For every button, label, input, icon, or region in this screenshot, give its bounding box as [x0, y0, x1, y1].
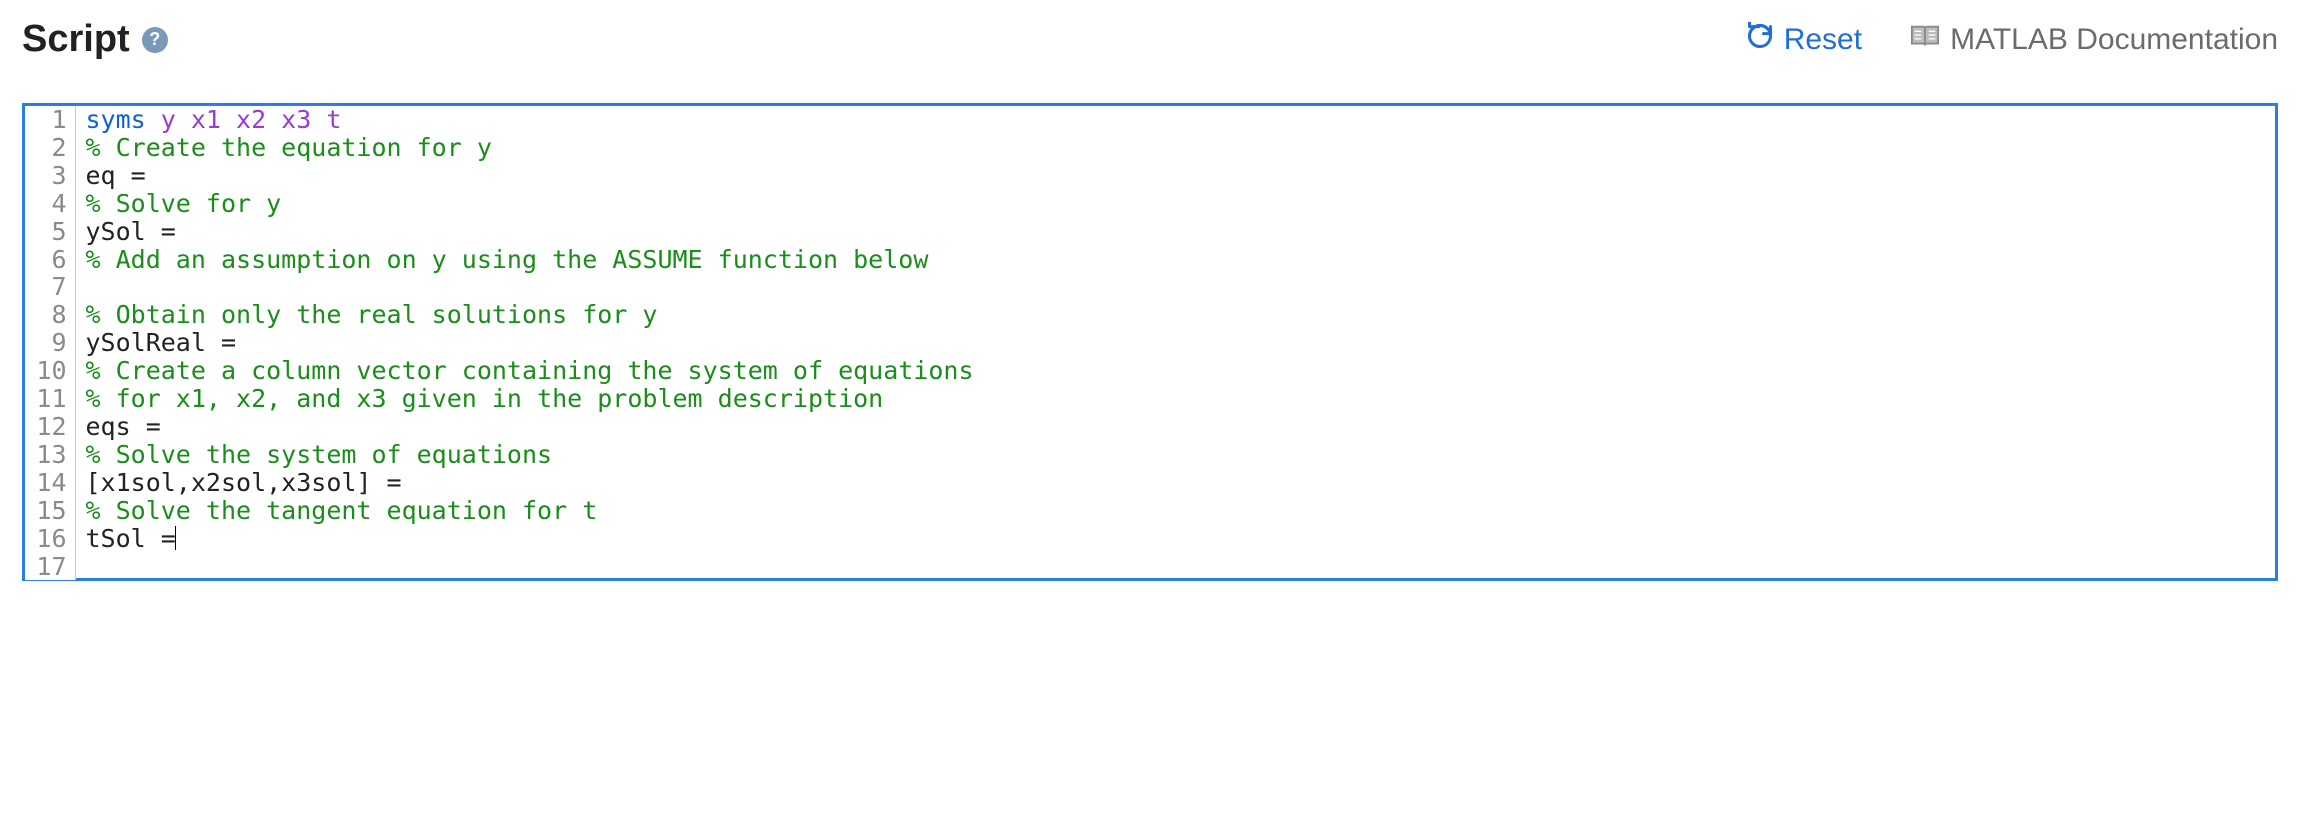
code-content[interactable]: % Obtain only the real solutions for y [75, 301, 2275, 329]
code-content[interactable]: eq = [75, 162, 2275, 190]
code-line[interactable]: 9ySolReal = [25, 329, 2275, 357]
code-content[interactable]: % Solve the system of equations [75, 441, 2275, 469]
line-number: 11 [25, 385, 75, 413]
code-line[interactable]: 1syms y x1 x2 x3 t [25, 106, 2275, 134]
code-content[interactable]: ySolReal = [75, 329, 2275, 357]
docs-label: MATLAB Documentation [1950, 23, 2278, 57]
docs-button[interactable]: MATLAB Documentation [1910, 22, 2278, 58]
code-line[interactable]: 13% Solve the system of equations [25, 441, 2275, 469]
reset-label: Reset [1784, 23, 1862, 57]
line-number: 3 [25, 162, 75, 190]
line-number: 1 [25, 106, 75, 134]
line-number: 12 [25, 413, 75, 441]
line-number: 2 [25, 134, 75, 162]
header-actions: Reset MATLAB Documentation [1746, 22, 2278, 58]
code-content[interactable] [75, 553, 2275, 581]
code-line[interactable]: 15% Solve the tangent equation for t [25, 497, 2275, 525]
code-line[interactable]: 6% Add an assumption on y using the ASSU… [25, 246, 2275, 274]
title-group: Script ? [22, 18, 168, 61]
line-number: 16 [25, 525, 75, 553]
line-number: 9 [25, 329, 75, 357]
line-number: 13 [25, 441, 75, 469]
line-number: 4 [25, 190, 75, 218]
code-content[interactable]: eqs = [75, 413, 2275, 441]
code-line[interactable]: 11% for x1, x2, and x3 given in the prob… [25, 385, 2275, 413]
help-icon[interactable]: ? [142, 27, 168, 53]
page-title: Script [22, 18, 130, 61]
code-content[interactable]: % Add an assumption on y using the ASSUM… [75, 246, 2275, 274]
reset-icon [1746, 22, 1774, 58]
code-content[interactable]: [x1sol,x2sol,x3sol] = [75, 469, 2275, 497]
code-line[interactable]: 5ySol = [25, 218, 2275, 246]
text-cursor [175, 526, 177, 550]
code-content[interactable]: % Solve for y [75, 190, 2275, 218]
header-bar: Script ? Reset [22, 18, 2278, 61]
code-content[interactable] [75, 273, 2275, 301]
code-line[interactable]: 4% Solve for y [25, 190, 2275, 218]
line-number: 8 [25, 301, 75, 329]
book-icon [1910, 22, 1940, 58]
code-body: 1syms y x1 x2 x3 t2% Create the equation… [25, 106, 2275, 580]
code-editor[interactable]: 1syms y x1 x2 x3 t2% Create the equation… [22, 103, 2278, 581]
code-content[interactable]: syms y x1 x2 x3 t [75, 106, 2275, 134]
code-line[interactable]: 14[x1sol,x2sol,x3sol] = [25, 469, 2275, 497]
code-content[interactable]: % Solve the tangent equation for t [75, 497, 2275, 525]
line-number: 17 [25, 553, 75, 581]
code-line[interactable]: 12eqs = [25, 413, 2275, 441]
code-line[interactable]: 8% Obtain only the real solutions for y [25, 301, 2275, 329]
line-number: 10 [25, 357, 75, 385]
line-number: 6 [25, 246, 75, 274]
code-line[interactable]: 2% Create the equation for y [25, 134, 2275, 162]
code-line[interactable]: 16tSol = [25, 525, 2275, 553]
line-number: 15 [25, 497, 75, 525]
code-content[interactable]: % Create the equation for y [75, 134, 2275, 162]
line-number: 5 [25, 218, 75, 246]
code-content[interactable]: tSol = [75, 525, 2275, 553]
code-line[interactable]: 17 [25, 553, 2275, 581]
code-content[interactable]: % for x1, x2, and x3 given in the proble… [75, 385, 2275, 413]
line-number: 14 [25, 469, 75, 497]
reset-button[interactable]: Reset [1746, 22, 1862, 58]
code-content[interactable]: % Create a column vector containing the … [75, 357, 2275, 385]
code-line[interactable]: 3eq = [25, 162, 2275, 190]
app-root: Script ? Reset [0, 0, 2300, 828]
code-content[interactable]: ySol = [75, 218, 2275, 246]
line-number: 7 [25, 273, 75, 301]
code-line[interactable]: 7 [25, 273, 2275, 301]
code-line[interactable]: 10% Create a column vector containing th… [25, 357, 2275, 385]
